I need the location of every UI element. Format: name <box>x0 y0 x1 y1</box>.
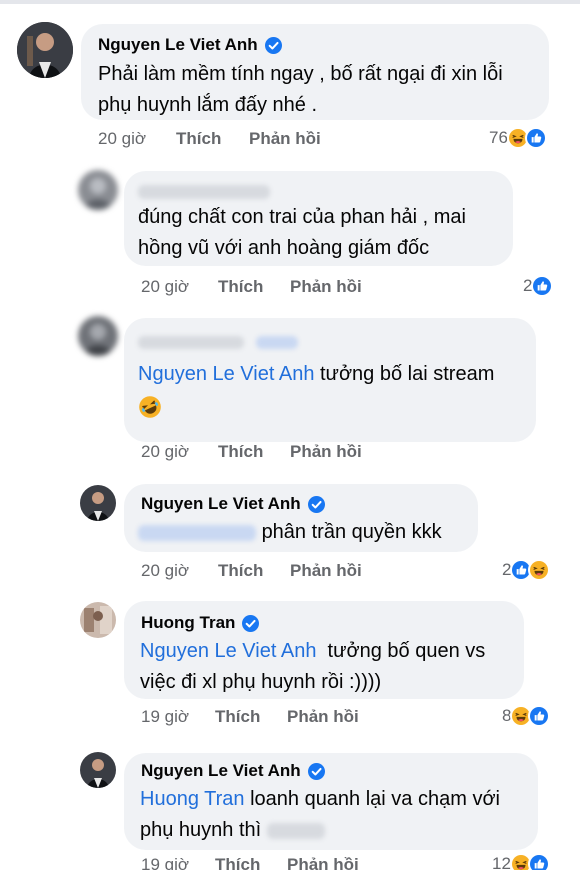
like-action[interactable]: Thích <box>218 442 263 462</box>
reaction-summary[interactable]: 2 <box>523 275 554 297</box>
comment-text-rest-2: phụ huynh thì <box>140 819 262 841</box>
comment-text-rest: loanh quanh lại va chạm với <box>244 788 501 810</box>
comment-author[interactable]: Nguyen Le Viet Anh <box>98 35 282 55</box>
verified-badge-icon <box>265 37 282 54</box>
reaction-summary[interactable]: 8 <box>502 705 551 727</box>
comment-4: Nguyen Le Viet Anh phân trần quyền kkk 2… <box>0 475 580 595</box>
avatar[interactable] <box>80 485 116 521</box>
comment-time[interactable]: 20 giờ <box>141 442 189 462</box>
author-name[interactable]: Huong Tran <box>141 613 235 633</box>
author-name[interactable]: Nguyen Le Viet Anh <box>98 35 258 55</box>
comment-time[interactable]: 19 giờ <box>141 707 189 727</box>
reaction-count: 76 <box>489 128 508 147</box>
reaction-summary[interactable]: 2 <box>502 559 551 581</box>
reply-action[interactable]: Phản hồi <box>290 561 362 581</box>
like-action[interactable]: Thích <box>218 277 263 297</box>
like-action[interactable]: Thích <box>215 707 260 727</box>
like-icon <box>531 275 554 297</box>
mention-link[interactable]: Nguyen Le Viet Anh <box>138 363 314 385</box>
comment-text-rest: phân trần quyền kkk <box>261 521 442 543</box>
reaction-summary[interactable]: 76 <box>489 127 547 149</box>
verified-badge-icon <box>308 763 325 780</box>
comment-3: Nguyen Le Viet Anh tưởng bố lai stream 2… <box>0 310 580 475</box>
comment-6: Nguyen Le Viet Anh Huong Tran loanh quan… <box>0 740 580 870</box>
comment-time[interactable]: 20 giờ <box>141 561 189 581</box>
comment-text: đúng chất con trai của phan hải , mai hồ… <box>138 202 466 264</box>
comment-text-line-2 <box>138 390 494 421</box>
comment-text-line-2: phụ huynh thì <box>140 815 500 846</box>
avatar[interactable] <box>78 316 118 356</box>
rofl-emoji <box>138 395 162 419</box>
avatar[interactable] <box>80 602 116 638</box>
hidden-text <box>266 822 325 839</box>
mention-link[interactable]: Nguyen Le Viet Anh <box>140 640 316 662</box>
haha-icon <box>528 559 551 581</box>
like-icon <box>524 127 547 149</box>
comment-1: Nguyen Le Viet Anh Phải làm mềm tính nga… <box>0 0 580 160</box>
like-action[interactable]: Thích <box>218 561 263 581</box>
comment-text-line-2: việc đi xl phụ huynh rồi :)))) <box>140 671 382 693</box>
reply-action[interactable]: Phản hồi <box>249 129 321 149</box>
comment-2: đúng chất con trai của phan hải , mai hồ… <box>0 160 580 310</box>
comment-text: phân trần quyền kkk <box>138 517 442 548</box>
reply-action[interactable]: Phản hồi <box>287 707 359 727</box>
comment-5: Huong Tran Nguyen Le Viet Anh tưởng bố q… <box>0 595 580 740</box>
hidden-mention <box>138 524 256 541</box>
like-icon <box>527 853 550 870</box>
comment-text-rest: tưởng bố lai stream <box>314 363 495 385</box>
hidden-author-name <box>138 183 270 201</box>
comment-text: Nguyen Le Viet Anh tưởng bố lai stream <box>138 359 494 421</box>
comment-text-line-1: Phải làm mềm tính ngay , bố rất ngại đi … <box>98 63 503 85</box>
comment-text-line-2: phụ huynh lắm đấy nhé . <box>98 94 318 116</box>
comment-text: Huong Tran loanh quanh lại va chạm với p… <box>140 784 500 846</box>
comment-text: Nguyen Le Viet Anh tưởng bố quen vs việc… <box>140 636 485 698</box>
reply-action[interactable]: Phản hồi <box>290 442 362 462</box>
reaction-summary[interactable]: 12 <box>492 853 550 870</box>
comment-time[interactable]: 20 giờ <box>98 129 146 149</box>
avatar[interactable] <box>78 170 118 210</box>
mention-link[interactable]: Huong Tran <box>140 788 245 810</box>
comment-text-line-1: Huong Tran loanh quanh lại va chạm với <box>140 784 500 815</box>
comment-text-rest: tưởng bố quen vs <box>316 640 486 662</box>
verified-badge-icon <box>242 615 259 632</box>
comment-author[interactable]: Nguyen Le Viet Anh <box>141 761 325 781</box>
comment-author[interactable]: Huong Tran <box>141 613 259 633</box>
author-name[interactable]: Nguyen Le Viet Anh <box>141 761 301 781</box>
reaction-count: 12 <box>492 854 511 870</box>
hidden-author-name <box>138 334 299 352</box>
comment-author[interactable]: Nguyen Le Viet Anh <box>141 494 325 514</box>
avatar[interactable] <box>17 22 73 78</box>
author-name[interactable]: Nguyen Le Viet Anh <box>141 494 301 514</box>
like-action[interactable]: Thích <box>215 855 260 870</box>
like-action[interactable]: Thích <box>176 129 221 149</box>
comment-text-line-2: hồng vũ với anh hoàng giám đốc <box>138 237 430 259</box>
comment-time[interactable]: 20 giờ <box>141 277 189 297</box>
comment-text: Phải làm mềm tính ngay , bố rất ngại đi … <box>98 59 503 121</box>
comment-text-line-1: Nguyen Le Viet Anh tưởng bố quen vs <box>140 636 485 667</box>
reply-action[interactable]: Phản hồi <box>290 277 362 297</box>
avatar[interactable] <box>80 752 116 788</box>
verified-badge-icon <box>308 496 325 513</box>
comment-text-line-1: đúng chất con trai của phan hải , mai <box>138 206 466 228</box>
reply-action[interactable]: Phản hồi <box>287 855 359 870</box>
comment-time[interactable]: 19 giờ <box>141 855 189 870</box>
comment-text-line-1: Nguyen Le Viet Anh tưởng bố lai stream <box>138 359 494 390</box>
like-icon <box>528 705 551 727</box>
